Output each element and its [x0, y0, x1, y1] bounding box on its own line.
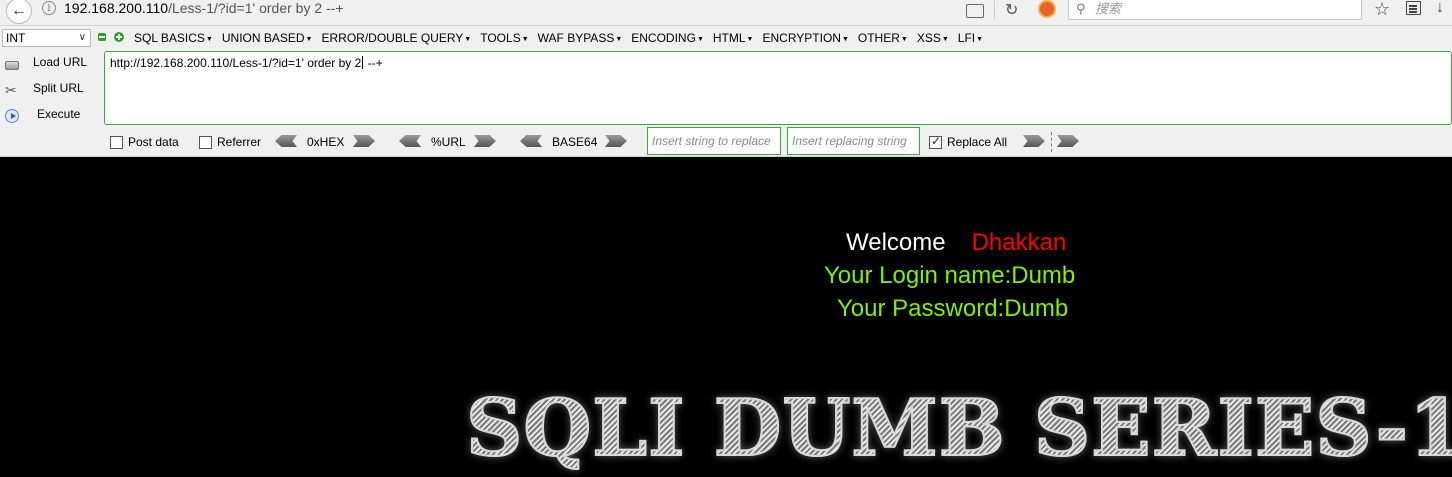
replace-string-input[interactable]: Insert string to replace — [647, 127, 781, 155]
url-textarea[interactable]: http://192.168.200.110/Less-1/?id=1' ord… — [104, 51, 1452, 125]
base64-decode-arrow-icon[interactable] — [520, 135, 542, 147]
search-icon: ⚲ — [1076, 1, 1086, 16]
base64-label: BASE64 — [552, 135, 598, 149]
replace-all-checkbox[interactable] — [929, 134, 942, 149]
welcome-text: Welcome — [846, 229, 946, 256]
split-url-label: Split URL — [33, 81, 84, 95]
post-data-label: Post data — [128, 135, 179, 149]
banner-title: SQLI DUMB SERIES-1 — [465, 381, 1452, 477]
menu-union-based[interactable]: UNION BASED▼ — [222, 30, 313, 48]
play-icon — [5, 109, 19, 123]
screen-icon[interactable] — [966, 4, 984, 18]
replace-next-arrow-icon[interactable] — [1057, 135, 1079, 147]
referrer-checkbox[interactable] — [199, 136, 212, 149]
load-url-label: Load URL — [33, 55, 88, 69]
menu-tools[interactable]: TOOLS▼ — [480, 30, 528, 48]
menu-error-double-query[interactable]: ERROR/DOUBLE QUERY▼ — [321, 30, 471, 48]
menu-xss[interactable]: XSS▼ — [917, 30, 949, 48]
hackbar-actions: Load URL ✂ Split URL Execute — [0, 52, 100, 130]
replacing-string-input[interactable]: Insert replacing string — [787, 127, 920, 155]
password-line: Your Password:Dumb — [837, 295, 1069, 322]
post-data-checkbox[interactable] — [110, 136, 123, 149]
user-name: Dhakkan — [971, 229, 1067, 256]
base64-encode-arrow-icon[interactable] — [605, 135, 627, 147]
url-text: http://192.168.200.110/Less-1/?id=1' ord… — [110, 56, 362, 70]
addon-icon[interactable] — [1038, 0, 1056, 18]
url-text-tail: --+ — [364, 56, 383, 70]
url-encode-arrow-icon[interactable] — [474, 135, 496, 147]
url-path: /Less-1/?id=1' order by 2 --+ — [168, 0, 344, 16]
execute-label: Execute — [37, 107, 81, 121]
load-url-button[interactable]: Load URL — [0, 52, 100, 78]
menu-html[interactable]: HTML▼ — [713, 30, 754, 48]
menu-waf-bypass[interactable]: WAF BYPASS▼ — [538, 30, 623, 48]
hackbar-menu: SQL BASICS▼ UNION BASED▼ ERROR/DOUBLE QU… — [134, 30, 992, 48]
hex-encode-arrow-icon[interactable] — [353, 135, 375, 147]
minus-icon[interactable] — [98, 33, 106, 41]
welcome-line: Welcome Dhakkan — [846, 229, 1066, 257]
url-field[interactable]: 192.168.200.110/Less-1/?id=1' order by 2… — [64, 0, 960, 20]
mode-select-value: INT — [6, 31, 26, 45]
separator — [1051, 132, 1052, 152]
load-url-icon — [5, 61, 19, 70]
download-icon[interactable]: ↓ — [1436, 0, 1444, 17]
search-placeholder: 搜索 — [1095, 1, 1122, 16]
reload-icon[interactable]: ↻ — [1005, 0, 1018, 20]
replace-string-placeholder: Insert string to replace — [652, 134, 771, 148]
reading-list-icon[interactable] — [1406, 1, 1421, 15]
menu-encryption[interactable]: ENCRYPTION▼ — [762, 30, 848, 48]
plus-icon[interactable] — [114, 32, 124, 42]
url-decode-arrow-icon[interactable] — [399, 135, 421, 147]
menu-sql-basics[interactable]: SQL BASICS▼ — [134, 30, 213, 48]
login-name-line: Your Login name:Dumb — [824, 262, 1076, 289]
info-icon[interactable]: i — [42, 1, 56, 15]
split-url-button[interactable]: ✂ Split URL — [0, 78, 100, 104]
back-arrow-icon[interactable]: ← — [6, 0, 32, 24]
url-host: 192.168.200.110 — [64, 0, 169, 16]
separator — [994, 1, 995, 19]
scissors-icon: ✂ — [5, 82, 17, 98]
page-content: Welcome Dhakkan Your Login name:Dumb Your… — [0, 157, 1452, 477]
replace-arrow-icon[interactable] — [1023, 135, 1045, 147]
url-label: %URL — [431, 135, 466, 149]
menu-lfi[interactable]: LFI▼ — [958, 30, 983, 48]
search-input[interactable]: ⚲ 搜索 — [1068, 0, 1362, 20]
hex-decode-arrow-icon[interactable] — [275, 135, 297, 147]
mode-select[interactable]: INT ∨ — [2, 29, 91, 47]
replace-all-label: Replace All — [947, 135, 1008, 149]
replacing-string-placeholder: Insert replacing string — [792, 134, 907, 148]
bookmark-star-icon[interactable]: ☆ — [1374, 0, 1390, 20]
referrer-label: Referrer — [217, 135, 262, 149]
address-bar: ← i 192.168.200.110/Less-1/?id=1' order … — [0, 0, 1452, 26]
hex-label: 0xHEX — [307, 135, 345, 149]
menu-other[interactable]: OTHER▼ — [858, 30, 908, 48]
menu-encoding[interactable]: ENCODING▼ — [631, 30, 704, 48]
chevron-down-icon: ∨ — [78, 32, 86, 43]
